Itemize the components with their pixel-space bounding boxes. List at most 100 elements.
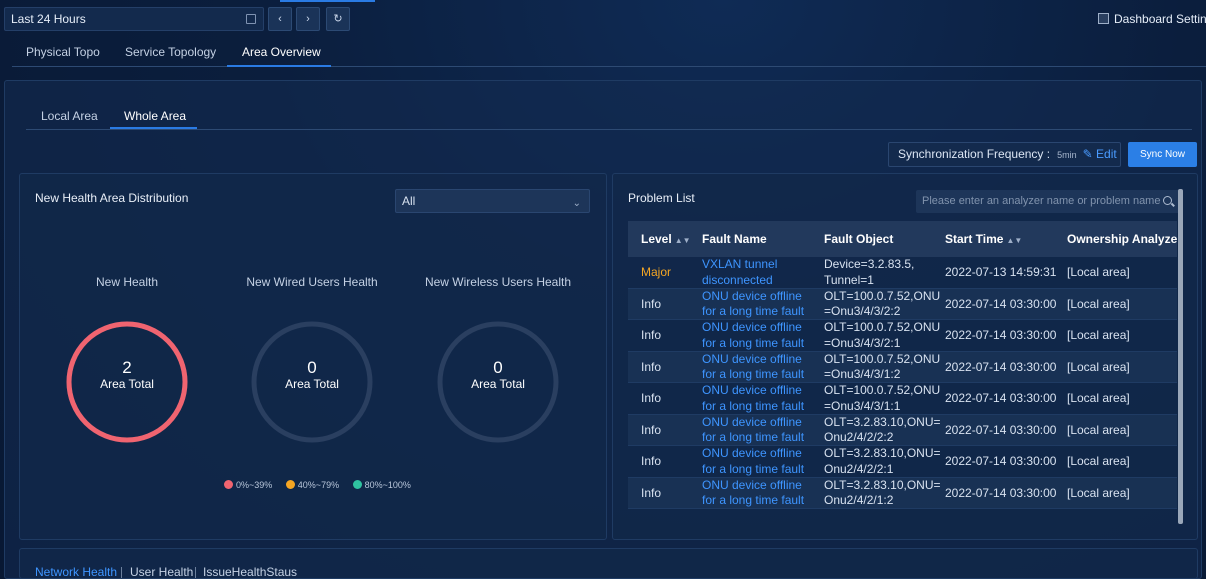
column-start-time-label: Start Time <box>945 232 1004 246</box>
row-fault-object-line2: Tunnel=1 <box>824 272 874 287</box>
row-fault-name-link[interactable]: ONU device offline for a long time fault <box>702 446 804 477</box>
row-fault-name-line1: ONU device offline <box>702 351 802 366</box>
next-button[interactable]: › <box>296 7 320 31</box>
prev-button[interactable]: ‹ <box>268 7 292 31</box>
row-fault-object: OLT=3.2.83.10,ONU= Onu2/4/2/1:2 <box>824 478 941 509</box>
tab-area-overview[interactable]: Area Overview <box>242 45 321 59</box>
row-fault-name-line2: disconnected <box>702 272 773 287</box>
tab-issue-health-status[interactable]: IssueHealthStaus <box>203 565 297 579</box>
row-fault-object-line1: OLT=3.2.83.10,ONU= <box>824 414 941 429</box>
row-fault-name-line1: ONU device offline <box>702 320 802 334</box>
tab-separator <box>195 567 196 578</box>
time-range-picker[interactable]: Last 24 Hours <box>4 7 264 31</box>
table-row[interactable]: Info ONU device offline for a long time fa… <box>628 288 1177 320</box>
gauge-title-wired-health: New Wired Users Health <box>246 275 378 289</box>
legend-dot <box>352 480 362 489</box>
row-ownership-analyzer: [Local area] <box>1067 422 1130 437</box>
health-filter-select[interactable]: All ⌄ <box>395 189 590 213</box>
calendar-icon <box>246 14 256 24</box>
legend-dot <box>285 480 295 489</box>
row-level: Info <box>641 454 662 468</box>
table-row[interactable]: Info ONU device offline for a long time fa… <box>628 351 1177 383</box>
chevron-down-icon: ⌄ <box>572 198 581 209</box>
sort-icon[interactable]: ▲▼ <box>1006 236 1022 245</box>
tab-physical-topo[interactable]: Physical Topo <box>26 45 100 59</box>
dashboard-settings-button[interactable]: Dashboard Setting <box>1098 12 1206 26</box>
column-level-label: Level <box>641 232 672 246</box>
gauge-wired-health: 0 Area Total <box>250 320 374 444</box>
problem-list-title: Problem List <box>628 191 695 205</box>
subtab-whole-area[interactable]: Whole Area <box>124 109 186 123</box>
row-fault-name-link[interactable]: ONU device offline for a long time fault <box>702 415 804 446</box>
table-row[interactable]: Info ONU device offline for a long time fa… <box>628 477 1177 509</box>
table-row[interactable]: Info ONU device offline for a long time fa… <box>628 383 1177 415</box>
row-start-time: 2022-07-14 03:30:00 <box>945 359 1057 374</box>
table-row[interactable]: Info ONU device offline for a long time fa… <box>628 320 1177 352</box>
row-start-time: 2022-07-14 03:30:00 <box>945 454 1057 468</box>
row-fault-name-line2: for a long time fault <box>702 335 805 350</box>
health-filter-value: All <box>402 194 416 208</box>
row-ownership-analyzer: [Local area] <box>1067 328 1130 342</box>
edit-frequency-button[interactable]: ✎ Edit <box>1083 147 1117 161</box>
row-fault-name-line2: for a long time fault <box>702 430 805 444</box>
legend-dot <box>224 480 233 489</box>
row-fault-name-line1: ONU device offline <box>702 383 802 397</box>
row-fault-object-line1: OLT=100.0.7.52,ONU <box>824 320 941 334</box>
row-start-time: 2022-07-14 03:30:00 <box>945 422 1057 437</box>
row-level: Info <box>641 422 662 437</box>
row-fault-object: Device=3.2.83.5, Tunnel=1 <box>824 257 914 288</box>
column-fault-object: Fault Object <box>824 232 894 246</box>
row-fault-object: OLT=3.2.83.10,ONU= Onu2/4/2/2:1 <box>824 446 941 477</box>
sync-now-button[interactable]: Sync Now <box>1128 142 1197 167</box>
subtab-local-area[interactable]: Local Area <box>41 109 98 123</box>
column-level[interactable]: Level ▲▼ <box>641 232 691 246</box>
table-row[interactable]: Major VXLAN tunnel disconnected Device=3.2.… <box>628 257 1177 289</box>
row-fault-object: OLT=100.0.7.52,ONU =Onu3/4/3/1:1 <box>824 383 940 414</box>
sort-icon[interactable]: ▲▼ <box>675 236 691 245</box>
row-fault-name-line1: ONU device offline <box>702 288 802 303</box>
legend-label: 0%~39% <box>236 480 273 490</box>
problem-search-input[interactable]: Please enter an analyzer name or problem… <box>916 190 1180 213</box>
row-level: Info <box>641 359 662 374</box>
active-tab-indicator <box>227 65 331 67</box>
table-row[interactable]: Info ONU device offline for a long time fa… <box>628 414 1177 446</box>
gauge-new-health: 2 Area Total <box>65 320 189 444</box>
table-row[interactable]: Info ONU device offline for a long time fa… <box>628 446 1177 478</box>
row-fault-object-line2: =Onu3/4/3/2:2 <box>824 304 901 318</box>
tab-user-health[interactable]: User Health <box>130 565 193 579</box>
row-fault-name-line1: ONU device offline <box>702 414 802 429</box>
gauge-title-new-health: New Health <box>95 275 159 289</box>
tab-network-health[interactable]: Network Health <box>35 565 117 579</box>
row-fault-name-link[interactable]: ONU device offline for a long time fault <box>702 383 804 414</box>
dashboard-settings-label: Dashboard Setting <box>1114 12 1206 26</box>
row-start-time: 2022-07-13 14:59:31 <box>945 265 1057 279</box>
active-subtab-indicator <box>110 127 197 129</box>
row-start-time: 2022-07-14 03:30:00 <box>945 296 1057 311</box>
legend-item-high: 80%~100% <box>352 480 411 490</box>
search-placeholder: Please enter an analyzer name or problem… <box>922 195 1161 207</box>
refresh-button[interactable]: ↻ <box>326 7 350 31</box>
row-fault-object: OLT=100.0.7.52,ONU =Onu3/4/3/1:2 <box>824 352 940 383</box>
search-icon[interactable] <box>1163 196 1172 205</box>
edit-label: Edit <box>1096 147 1117 161</box>
row-fault-name-link[interactable]: VXLAN tunnel disconnected <box>702 257 777 288</box>
row-fault-object: OLT=100.0.7.52,ONU =Onu3/4/3/2:2 <box>824 289 940 320</box>
gauge-label: Area Total <box>471 377 525 391</box>
chevron-left-icon: ‹ <box>278 13 282 25</box>
row-fault-name-link[interactable]: ONU device offline for a long time fault <box>702 289 804 320</box>
row-fault-name-link[interactable]: ONU device offline for a long time fault <box>702 478 804 509</box>
row-fault-name-link[interactable]: ONU device offline for a long time fault <box>702 320 804 351</box>
sync-frequency-box: Synchronization Frequency : 5min ✎ Edit <box>888 142 1121 167</box>
row-start-time: 2022-07-14 03:30:00 <box>945 485 1057 500</box>
row-fault-name-line1: ONU device offline <box>702 446 802 460</box>
row-fault-name-line2: for a long time fault <box>702 367 805 381</box>
row-fault-name-line2: for a long time fault <box>702 398 805 413</box>
row-fault-object-line1: OLT=100.0.7.52,ONU <box>824 288 941 303</box>
row-fault-object-line1: OLT=3.2.83.10,ONU= <box>824 446 941 460</box>
column-start-time[interactable]: Start Time ▲▼ <box>945 232 1022 246</box>
row-fault-object-line2: Onu2/4/2/2:2 <box>824 430 894 444</box>
tab-service-topology[interactable]: Service Topology <box>125 45 216 59</box>
table-scrollbar[interactable] <box>1178 189 1183 524</box>
row-fault-name-link[interactable]: ONU device offline for a long time fault <box>702 352 804 383</box>
row-fault-object-line2: =Onu3/4/3/1:1 <box>824 398 901 413</box>
